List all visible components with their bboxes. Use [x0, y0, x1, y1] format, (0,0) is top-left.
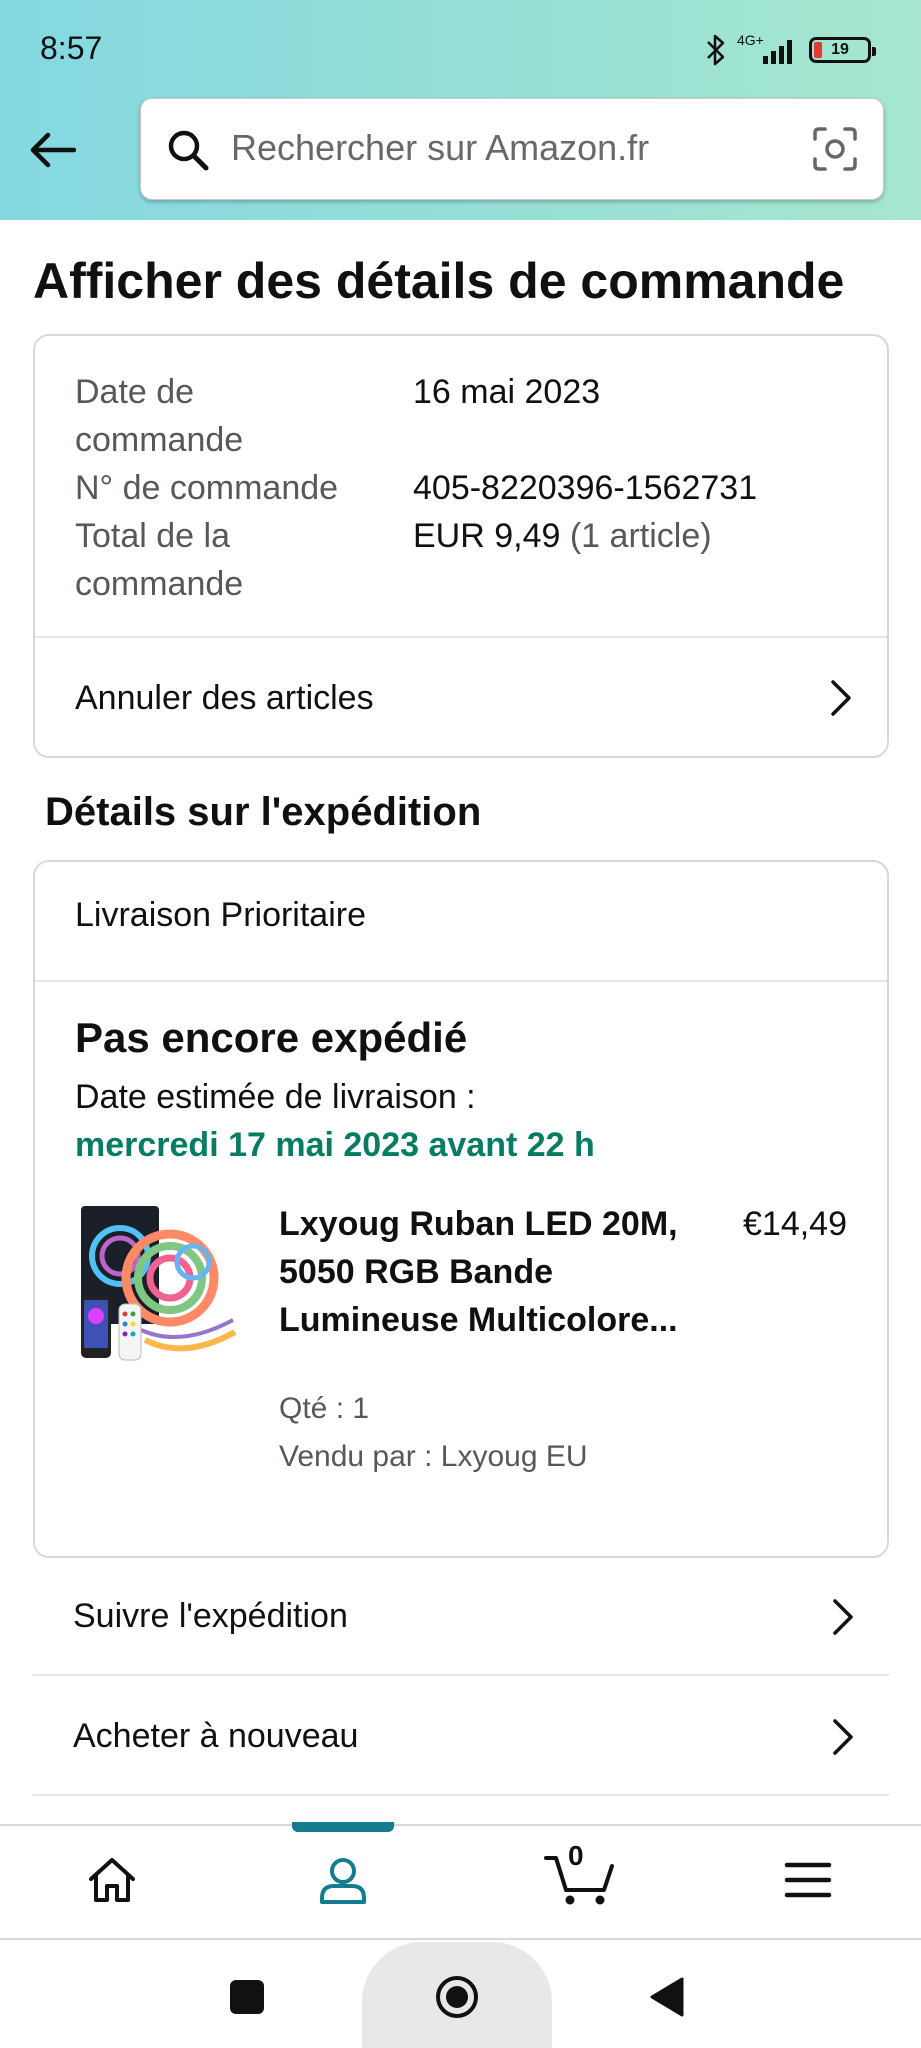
shipping-section-title: Détails sur l'expédition: [45, 790, 482, 834]
arrow-left-icon: [30, 132, 76, 168]
square-icon: [230, 1980, 264, 2014]
product-seller: Vendu par : Lxyoug EU: [279, 1440, 588, 1473]
cart-count-badge: 0: [568, 1840, 584, 1871]
circle-home-icon: [436, 1976, 478, 2018]
menu-icon: [784, 1862, 832, 1898]
triangle-back-icon: [650, 1977, 684, 2017]
track-shipment-button[interactable]: Suivre l'expédition: [33, 1558, 889, 1676]
chevron-right-icon: [833, 1719, 853, 1755]
order-total-amount: EUR 9,49: [413, 517, 561, 555]
search-input[interactable]: Rechercher sur Amazon.fr: [231, 127, 649, 169]
system-home-button[interactable]: [432, 1972, 482, 2022]
recent-apps-button[interactable]: [222, 1972, 272, 2022]
product-quantity: Qté : 1: [279, 1392, 370, 1425]
home-icon: [89, 1858, 135, 1902]
product-image[interactable]: [75, 1200, 245, 1370]
status-icons: 4G+ 19: [705, 30, 876, 70]
camera-search-icon[interactable]: [811, 125, 859, 173]
order-date-row: Date de commande 16 mai 2023: [75, 368, 855, 464]
track-shipment-label: Suivre l'expédition: [73, 1596, 348, 1635]
order-total-value: EUR 9,49 (1 article): [413, 512, 712, 608]
order-total-label: Total de la commande: [75, 517, 244, 603]
order-summary-card: Date de commande 16 mai 2023 N° de comma…: [33, 334, 889, 758]
nav-account-button[interactable]: [313, 1850, 373, 1910]
chevron-right-icon: [833, 1599, 853, 1635]
top-header: 8:57 4G+ 19 Rechercher sur Amazon.fr: [0, 0, 921, 220]
active-tab-indicator: [292, 1822, 394, 1832]
bluetooth-icon: [707, 34, 725, 66]
order-number-label: N° de commande: [75, 469, 339, 507]
bottom-navigation: 0: [0, 1822, 921, 1940]
battery-icon: 19: [809, 37, 876, 63]
order-date-value: 16 mai 2023: [413, 373, 601, 411]
battery-level: 19: [831, 41, 849, 58]
status-bar: 8:57 4G+ 19: [0, 0, 921, 96]
search-bar[interactable]: Rechercher sur Amazon.fr: [140, 98, 884, 200]
shipment-card: Livraison Prioritaire Pas encore expédié…: [33, 860, 889, 1558]
order-total-items: (1 article): [569, 517, 712, 555]
buy-again-button[interactable]: Acheter à nouveau: [33, 1678, 889, 1796]
cancel-items-label: Annuler des articles: [75, 678, 374, 717]
system-navigation-bar: [0, 1942, 921, 2048]
order-date-label: Date de commande: [75, 373, 244, 459]
back-arrow-button[interactable]: [26, 128, 80, 172]
product-title-link[interactable]: Lxyoug Ruban LED 20M, 5050 RGB Bande Lum…: [279, 1200, 679, 1344]
nav-menu-button[interactable]: [778, 1850, 838, 1910]
status-time: 8:57: [40, 30, 103, 66]
order-total-row: Total de la commande EUR 9,49 (1 article…: [75, 512, 855, 608]
product-price: €14,49: [743, 1205, 847, 1243]
nav-home-button[interactable]: [82, 1850, 142, 1910]
system-back-button[interactable]: [642, 1972, 692, 2022]
order-details-list: Date de commande 16 mai 2023 N° de comma…: [75, 368, 855, 608]
order-number-value: 405-8220396-1562731: [413, 469, 758, 507]
estimated-delivery-date: mercredi 17 mai 2023 avant 22 h: [75, 1126, 595, 1164]
order-number-row: N° de commande 405-8220396-1562731: [75, 464, 855, 512]
divider: [35, 980, 887, 982]
cancel-items-button[interactable]: Annuler des articles: [35, 638, 887, 758]
signal-icon: 4G+: [737, 32, 799, 66]
shipment-status: Pas encore expédié: [75, 1014, 468, 1061]
buy-again-label: Acheter à nouveau: [73, 1716, 359, 1755]
search-icon: [168, 130, 209, 171]
shipping-speed: Livraison Prioritaire: [75, 896, 366, 934]
chevron-right-icon: [831, 680, 851, 716]
led-strip-product-image: [81, 1206, 237, 1361]
account-icon: [320, 1858, 366, 1904]
page-title: Afficher des détails de commande: [33, 253, 845, 309]
estimated-delivery-label: Date estimée de livraison :: [75, 1078, 476, 1116]
